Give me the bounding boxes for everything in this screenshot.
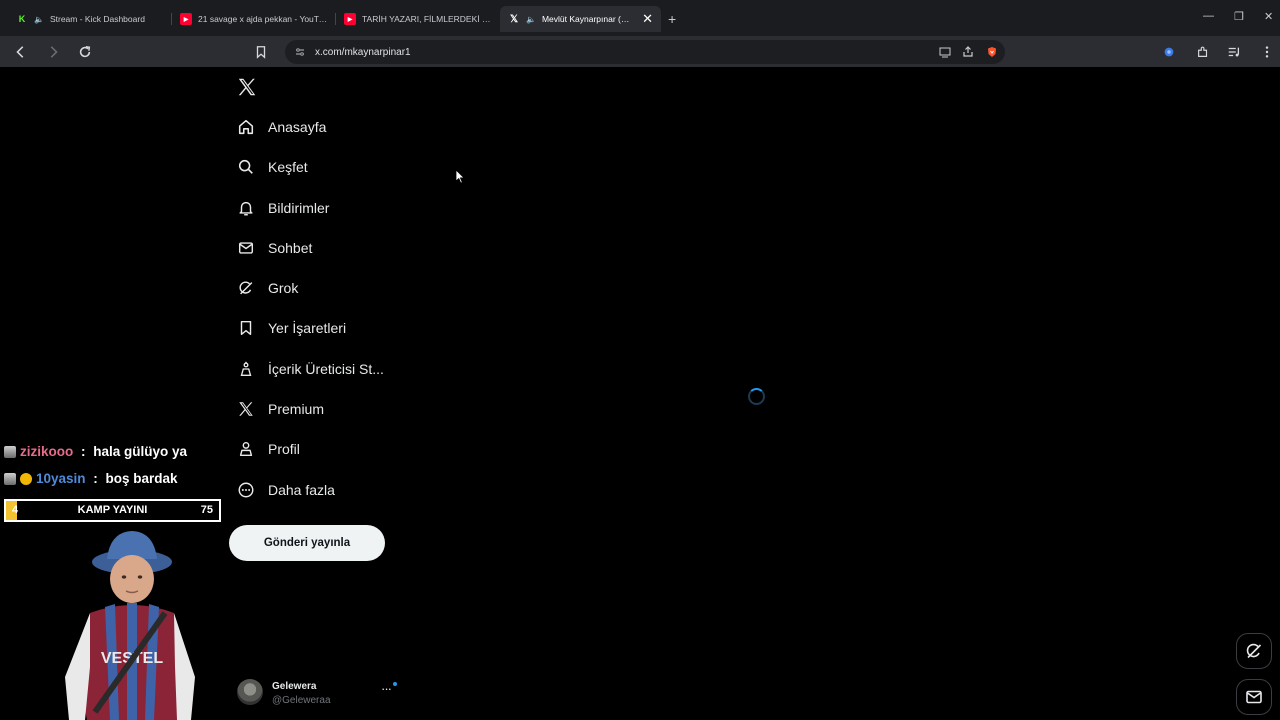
nav-label: Keşfet xyxy=(268,159,308,175)
browser-tab[interactable]: K 🔈 Stream - Kick Dashboard xyxy=(8,6,172,32)
nav-messages[interactable]: Sohbet xyxy=(236,234,312,262)
nav-bookmarks[interactable]: Yer İşaretleri xyxy=(236,314,346,342)
kick-icon: K xyxy=(18,14,26,24)
tab-title: 21 savage x ajda pekkan - YouTube xyxy=(198,14,328,24)
address-bar[interactable]: x.com/mkaynarpinar1 xyxy=(285,40,1005,64)
speaker-icon: 🔈 xyxy=(34,14,44,24)
browser-tab-bar: K 🔈 Stream - Kick Dashboard ▶ 21 savage … xyxy=(0,0,1280,36)
more-dots-icon[interactable]: ··· xyxy=(381,681,392,696)
notification-dot xyxy=(393,682,397,686)
close-tab-icon[interactable]: ✕ xyxy=(642,11,653,27)
chat-username: 10yasin xyxy=(36,471,86,486)
reload-button[interactable] xyxy=(74,41,96,63)
tab-title: TARİH YAZARI, FİLMLERDEKİ HİTLER xyxy=(362,14,492,24)
site-settings-icon[interactable] xyxy=(293,45,307,59)
messages-fab-button[interactable] xyxy=(1236,679,1272,715)
account-handle: @Geleweraa xyxy=(272,695,331,706)
youtube-icon: ▶ xyxy=(180,13,192,25)
back-button[interactable] xyxy=(10,41,32,63)
bell-icon xyxy=(236,198,256,218)
browser-tab[interactable]: ▶ TARİH YAZARI, FİLMLERDEKİ HİTLER xyxy=(336,6,500,32)
forward-button[interactable] xyxy=(42,41,64,63)
share-icon[interactable] xyxy=(958,40,978,64)
goal-target: 75 xyxy=(200,504,213,516)
window-close-icon[interactable]: ✕ xyxy=(1264,10,1273,23)
tab-title: Mevlüt Kaynarpınar (@mkaynarpinar1 xyxy=(541,14,637,24)
bookmark-icon xyxy=(256,46,266,59)
nav-creator-studio[interactable]: İçerik Üreticisi St... xyxy=(236,355,384,383)
x-icon xyxy=(236,399,256,419)
browser-tab[interactable]: ▶ 21 savage x ajda pekkan - YouTube xyxy=(172,6,336,32)
nav-label: Bildirimler xyxy=(268,200,330,216)
avatar xyxy=(237,679,263,705)
chat-text: hala gülüyo ya xyxy=(93,444,188,459)
nav-label: Grok xyxy=(268,280,299,296)
goal-title: KAMP YAYINI xyxy=(77,504,148,516)
nav-more[interactable]: Daha fazla xyxy=(236,476,335,504)
chat-separator: : xyxy=(77,444,90,459)
account-name: Gelewera xyxy=(272,681,317,692)
streamer-cutout: VESTEL xyxy=(65,531,195,720)
x-logo-icon[interactable] xyxy=(236,76,258,98)
x-icon: 𝕏 xyxy=(509,13,519,25)
brave-shield-icon[interactable] xyxy=(982,40,1002,64)
browser-tab-active[interactable]: 𝕏 🔈 Mevlüt Kaynarpınar (@mkaynarpinar1 ✕ xyxy=(500,6,661,32)
bookmark-page-button[interactable] xyxy=(250,41,272,63)
playlist-icon[interactable] xyxy=(1223,41,1245,63)
forward-arrow-icon xyxy=(50,46,58,58)
x-page: Anasayfa Keşfet Bildirimler Sohbet Grok xyxy=(0,67,1280,720)
profile-extension-icon[interactable] xyxy=(1158,41,1180,63)
mouse-cursor-icon xyxy=(455,169,465,184)
nav-home[interactable]: Anasayfa xyxy=(236,113,326,141)
nav-explore[interactable]: Keşfet xyxy=(236,153,308,181)
youtube-icon: ▶ xyxy=(344,13,356,25)
mail-icon xyxy=(236,238,256,258)
post-button[interactable]: Gönderi yayınla xyxy=(229,525,385,561)
restore-icon[interactable]: ❐ xyxy=(1234,10,1244,23)
menu-kebab-icon[interactable] xyxy=(1256,41,1278,63)
browser-toolbar: x.com/mkaynarpinar1 xyxy=(0,36,1280,67)
cast-icon[interactable] xyxy=(935,40,955,64)
tab-title: Stream - Kick Dashboard xyxy=(49,14,145,24)
nav-label: Daha fazla xyxy=(268,482,335,498)
grok-fab-button[interactable] xyxy=(1236,633,1272,669)
creator-studio-icon xyxy=(236,359,256,379)
grok-icon xyxy=(236,278,256,298)
chat-badge-icon xyxy=(4,445,16,458)
nav-label: Sohbet xyxy=(268,240,313,256)
nav-label: İçerik Üreticisi St... xyxy=(268,361,384,377)
home-icon xyxy=(236,117,256,137)
new-tab-button[interactable]: + xyxy=(668,11,676,27)
person-icon xyxy=(236,439,256,459)
bookmark-icon xyxy=(236,318,256,338)
reload-icon xyxy=(79,46,91,58)
more-circle-icon xyxy=(236,480,256,500)
chat-text: boş bardak xyxy=(105,471,178,486)
chat-message: 10yasin : boş bardak xyxy=(4,471,178,486)
nav-label: Premium xyxy=(268,401,325,417)
account-switcher[interactable]: Gelewera @Geleweraa ··· xyxy=(237,679,402,709)
chat-username: zizikooo xyxy=(20,444,74,459)
chat-badge-icon xyxy=(4,472,16,485)
chat-separator: : xyxy=(89,471,102,486)
nav-notifications[interactable]: Bildirimler xyxy=(236,194,329,222)
nav-premium[interactable]: Premium xyxy=(236,395,324,423)
speaker-icon: 🔈 xyxy=(526,14,536,24)
goal-bar: 4 KAMP YAYINI 75 xyxy=(4,499,221,522)
mail-icon xyxy=(1246,690,1262,704)
loading-spinner xyxy=(748,388,765,405)
grok-icon xyxy=(1246,643,1262,659)
chat-message: zizikooo : hala gülüyo ya xyxy=(4,444,187,459)
back-arrow-icon xyxy=(16,46,24,58)
search-icon xyxy=(236,157,256,177)
nav-label: Yer İşaretleri xyxy=(268,320,347,336)
extensions-icon[interactable] xyxy=(1192,41,1214,63)
sub-badge-icon xyxy=(20,472,32,485)
nav-profile[interactable]: Profil xyxy=(236,435,300,463)
url-text: x.com/mkaynarpinar1 xyxy=(315,46,411,58)
nav-label: Profil xyxy=(268,441,300,457)
nav-grok[interactable]: Grok xyxy=(236,274,298,302)
minimize-icon[interactable]: — xyxy=(1203,10,1214,22)
nav-label: Anasayfa xyxy=(268,119,327,135)
